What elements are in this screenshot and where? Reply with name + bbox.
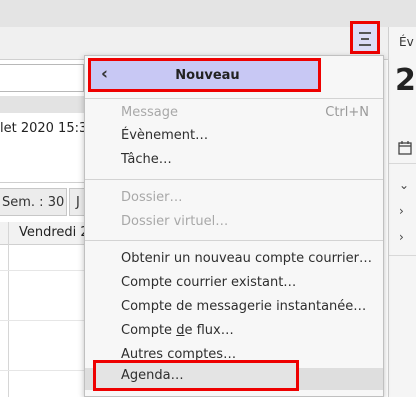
- app-window: Év 2 ⌄ › › let 2020 15:30 Sem. : 30 J Ve…: [0, 0, 416, 397]
- menu-item-feed-account[interactable]: Compte de flux…: [85, 320, 383, 342]
- divider: [389, 255, 416, 256]
- separator: [85, 240, 383, 241]
- divider: [0, 182, 84, 183]
- separator: [85, 98, 383, 99]
- menu-item-calendar[interactable]: Agenda…: [93, 360, 299, 391]
- divider: [389, 163, 416, 164]
- app-menu-button[interactable]: [350, 21, 380, 54]
- new-event-icon[interactable]: [398, 141, 412, 155]
- grid-line: [0, 320, 84, 321]
- chevron-down-icon[interactable]: ⌄: [399, 178, 409, 192]
- menu-item-chat-account[interactable]: Compte de messagerie instantanée…: [85, 296, 383, 318]
- event-datetime: let 2020 15:30: [0, 121, 96, 136]
- grid-line: [0, 370, 84, 371]
- menu-item-event[interactable]: Évènement…: [85, 125, 383, 147]
- menu-item-task[interactable]: Tâche…: [85, 149, 383, 171]
- separator: [85, 179, 383, 180]
- today-day-number: 2: [395, 63, 416, 98]
- submenu-title: Nouveau: [175, 68, 240, 83]
- grid-line: [0, 270, 84, 271]
- shortcut-label: Ctrl+N: [325, 105, 369, 120]
- menu-item-new-mail-account[interactable]: Obtenir un nouveau compte courrier…: [85, 248, 383, 270]
- search-input[interactable]: [0, 64, 84, 92]
- today-pane-label: Év: [399, 35, 414, 49]
- week-number-tab[interactable]: Sem. : 30: [0, 188, 67, 216]
- menu-item-folder[interactable]: Dossier…: [85, 187, 383, 209]
- day-label: Vendredi 2: [19, 225, 89, 240]
- chevron-right-icon[interactable]: ›: [399, 204, 404, 218]
- menu-item-existing-mail-account[interactable]: Compte courrier existant…: [85, 272, 383, 294]
- submenu-header-back-button[interactable]: ‹ Nouveau: [88, 58, 321, 92]
- menu-item-virtual-folder[interactable]: Dossier virtuel…: [85, 211, 383, 233]
- list-header: [0, 96, 84, 113]
- new-submenu: ‹ Nouveau Message Ctrl+N Évènement… Tâch…: [84, 55, 384, 397]
- day-column-header: Vendredi 2: [0, 222, 89, 245]
- today-pane: Év 2 ⌄ › ›: [388, 27, 416, 397]
- menu-item-message[interactable]: Message Ctrl+N: [85, 102, 383, 124]
- chevron-right-icon[interactable]: ›: [399, 230, 404, 244]
